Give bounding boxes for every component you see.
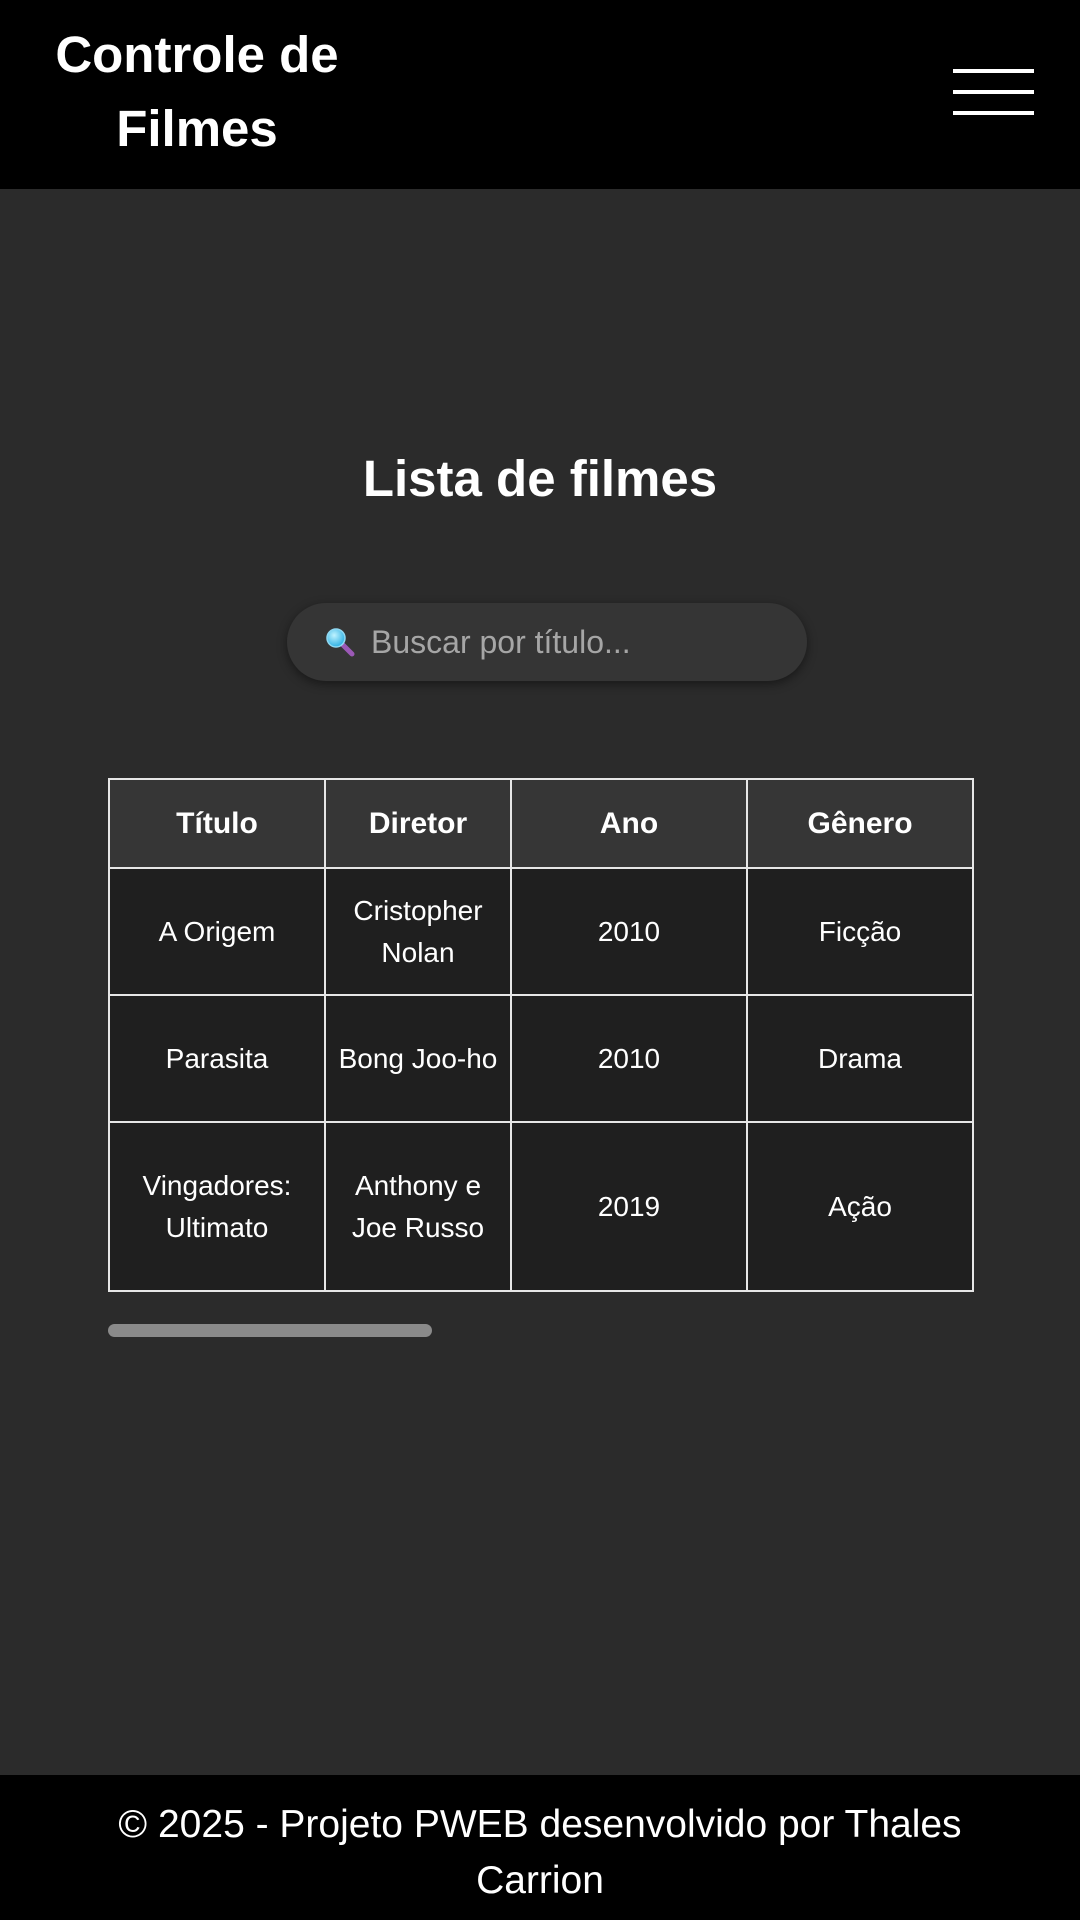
page-title: Lista de filmes [362,450,718,507]
table-header-row: Título Diretor Ano Gênero [108,778,974,869]
cell-diretor: Cristopher Nolan [324,867,512,996]
movies-table: Título Diretor Ano Gênero A Origem Crist… [108,778,974,1292]
menu-line [953,90,1034,94]
app-header: Controle de Filmes [0,0,1080,189]
search-box[interactable] [287,603,807,681]
cell-genero: Ficção [746,867,974,996]
magnifying-glass-icon [326,628,355,657]
cell-genero: Drama [746,994,974,1123]
cell-titulo: A Origem [108,867,326,996]
cell-genero: Ação [746,1121,974,1292]
main-content: Lista de filmes Título [0,189,1080,1775]
search-input[interactable] [371,603,781,681]
app-title: Controle de Filmes [55,26,339,157]
cell-diretor: Bong Joo-ho [324,994,512,1123]
column-header-genero: Gênero [746,778,974,869]
table-row: Vingadores: Ultimato Anthony e Joe Russo… [108,1121,974,1292]
menu-line [953,69,1034,73]
cell-ano: 2019 [510,1121,748,1292]
app-footer: © 2025 - Projeto PWEB desenvolvido por T… [0,1775,1080,1920]
cell-titulo: Vingadores: Ultimato [108,1121,326,1292]
cell-titulo: Parasita [108,994,326,1123]
column-header-titulo: Título [108,778,326,869]
menu-line [953,111,1034,115]
hamburger-menu-icon[interactable] [950,66,1036,118]
horizontal-scrollbar[interactable] [108,1324,432,1337]
cell-diretor: Anthony e Joe Russo [324,1121,512,1292]
cell-ano: 2010 [510,994,748,1123]
table-row: Parasita Bong Joo-ho 2010 Drama [108,994,974,1123]
movies-table-container: Título Diretor Ano Gênero A Origem Crist… [108,778,974,1292]
cell-ano: 2010 [510,867,748,996]
column-header-ano: Ano [510,778,748,869]
table-row: A Origem Cristopher Nolan 2010 Ficção [108,867,974,996]
column-header-diretor: Diretor [324,778,512,869]
footer-text: © 2025 - Projeto PWEB desenvolvido por T… [118,1803,962,1902]
